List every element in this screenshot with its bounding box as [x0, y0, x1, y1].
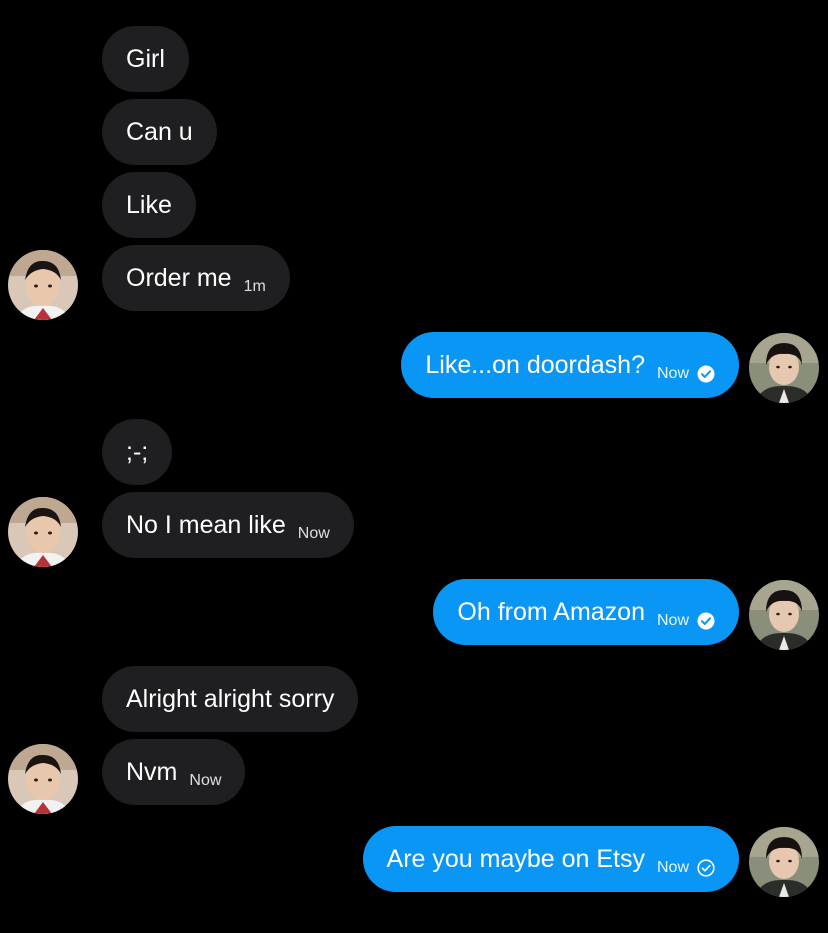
incoming-message[interactable]: Nvm Now: [102, 739, 246, 805]
message-timestamp: Now: [189, 772, 222, 789]
avatar-photo-icon: [749, 827, 819, 897]
my-avatar[interactable]: [749, 333, 819, 403]
incoming-message[interactable]: Can u: [102, 99, 217, 165]
message-timestamp: Now: [656, 365, 689, 382]
message-text: Nvm: [126, 757, 178, 786]
incoming-message[interactable]: Girl: [102, 26, 189, 92]
message-text: Are you maybe on Etsy: [386, 844, 645, 873]
outgoing-message[interactable]: Like...on doordash? Now: [401, 332, 739, 398]
message-text: Like...on doordash?: [425, 350, 645, 379]
message-text: Can u: [126, 117, 193, 146]
outgoing-message[interactable]: Oh from Amazon Now: [433, 579, 739, 645]
message-text: Girl: [126, 44, 165, 73]
message-timestamp: Now: [656, 612, 689, 629]
incoming-message[interactable]: Order me 1m: [102, 245, 290, 311]
check-circle-filled-icon: [697, 365, 715, 383]
incoming-message[interactable]: Alright alright sorry: [102, 666, 359, 732]
message-timestamp: Now: [297, 525, 330, 542]
message-text: Alright alright sorry: [126, 684, 335, 713]
incoming-message[interactable]: Like: [102, 172, 196, 238]
message-text: ;-;: [126, 437, 149, 466]
message-text: Like: [126, 190, 172, 219]
avatar-photo-icon: [8, 497, 78, 567]
avatar-photo-icon: [749, 333, 819, 403]
sender-avatar[interactable]: [8, 744, 78, 814]
outgoing-message[interactable]: Are you maybe on Etsy Now: [362, 826, 739, 892]
avatar-photo-icon: [8, 250, 78, 320]
sender-avatar[interactable]: [8, 250, 78, 320]
my-avatar[interactable]: [749, 580, 819, 650]
incoming-message[interactable]: No I mean like Now: [102, 492, 354, 558]
incoming-message[interactable]: ;-;: [102, 419, 173, 485]
check-circle-filled-icon: [697, 612, 715, 630]
sender-avatar[interactable]: [8, 497, 78, 567]
my-avatar[interactable]: [749, 827, 819, 897]
avatar-photo-icon: [8, 744, 78, 814]
message-text: Order me: [126, 263, 232, 292]
message-timestamp: 1m: [243, 278, 266, 295]
avatar-photo-icon: [749, 580, 819, 650]
check-circle-outline-icon: [697, 859, 715, 877]
message-text: No I mean like: [126, 510, 286, 539]
message-timestamp: Now: [656, 859, 689, 876]
message-text: Oh from Amazon: [457, 597, 645, 626]
